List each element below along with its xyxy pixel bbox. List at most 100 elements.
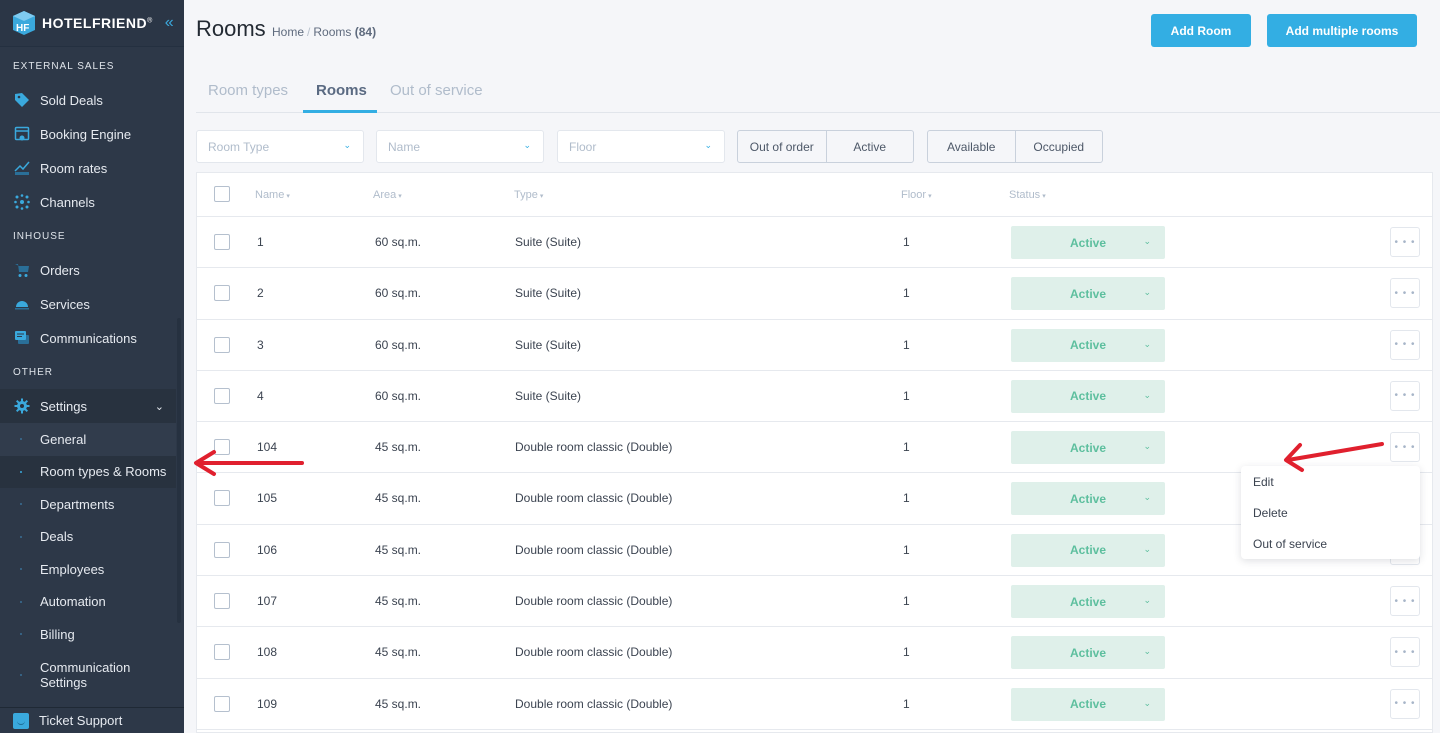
add-room-button[interactable]: Add Room [1151,14,1251,47]
ticket-support-button[interactable]: Ticket Support [0,707,184,733]
column-area[interactable]: Area ▾ [373,189,402,201]
status-select[interactable]: Active ⌄ [1011,226,1165,259]
active-tab-indicator [303,110,377,113]
row-actions-button[interactable]: • • • [1390,688,1420,719]
status-select[interactable]: Active ⌄ [1011,687,1165,721]
booking-window-icon [13,126,30,143]
row-actions-button[interactable]: • • • [1390,227,1420,257]
row-checkbox[interactable] [214,387,230,404]
sidebar-sub-billing[interactable]: Billing [0,618,176,651]
breadcrumb-home[interactable]: Home [272,25,304,39]
status-select[interactable]: Active ⌄ [1011,277,1165,311]
sidebar-item-orders[interactable]: Orders [0,253,184,287]
sidebar-sub-room-types-rooms[interactable]: Room types & Rooms [0,455,176,488]
room-floor: 1 [903,440,910,455]
table-row: 1 60 sq.m. Suite (Suite) 1 Active ⌄ • • • [197,217,1432,269]
sidebar-sub-communication-settings[interactable]: Communication Settings [0,651,176,699]
row-checkbox[interactable] [214,234,230,250]
sidebar-sub-general[interactable]: General [0,423,176,456]
column-floor[interactable]: Floor ▾ [901,189,932,201]
column-type[interactable]: Type ▾ [514,189,543,201]
occupancy-toggle: Available Occupied [927,130,1103,163]
status-select[interactable]: Active ⌄ [1011,533,1165,567]
row-checkbox[interactable] [214,336,230,353]
status-select[interactable]: Active ⌄ [1011,482,1165,516]
sidebar-item-communications[interactable]: Communications [0,321,184,355]
menu-item-edit[interactable]: Edit [1241,466,1420,497]
room-type: Double room classic (Double) [515,440,673,455]
sidebar-item-services[interactable]: Services [0,287,184,321]
status-select[interactable]: Active ⌄ [1011,636,1165,670]
chevron-down-icon: ⌄ [1143,492,1151,503]
row-checkbox[interactable] [214,593,230,610]
room-type: Double room classic (Double) [515,594,673,609]
room-floor: 1 [903,542,910,557]
room-name: 4 [257,388,264,403]
add-multiple-rooms-button[interactable]: Add multiple rooms [1267,14,1417,47]
row-actions-button[interactable]: • • • [1390,329,1420,360]
gear-icon [13,398,30,415]
rooms-count: (84) [354,25,377,39]
row-checkbox[interactable] [214,541,230,558]
available-button[interactable]: Available [928,131,1015,162]
floor-select[interactable]: Floor ⌄ [557,130,725,163]
row-actions-button[interactable]: • • • [1390,586,1420,617]
row-actions-button[interactable]: • • • [1390,432,1420,463]
occupied-button[interactable]: Occupied [1014,131,1103,162]
row-actions-button[interactable]: • • • [1390,380,1420,411]
menu-item-out-of-service[interactable]: Out of service [1241,528,1420,559]
room-name: 108 [257,645,278,660]
more-dots-icon: • • • [1394,287,1416,299]
table-header: Name ▾ Area ▾ Type ▾ Floor ▾ Status ▾ [197,173,1432,217]
tab-room-types[interactable]: Room types [208,82,288,99]
row-checkbox[interactable] [214,644,230,661]
sidebar-item-room-rates[interactable]: Room rates [0,151,184,185]
status-select[interactable]: Active ⌄ [1011,431,1165,465]
active-button[interactable]: Active [825,131,914,162]
out-of-order-button[interactable]: Out of order [738,131,826,162]
row-checkbox[interactable] [214,490,230,507]
room-name: 106 [257,542,278,557]
table-row: 107 45 sq.m. Double room classic (Double) 1… [197,576,1432,628]
status-select[interactable]: Active ⌄ [1011,585,1165,619]
sidebar-item-label: Communications [40,330,137,346]
column-name[interactable]: Name ▾ [255,189,290,201]
sidebar-sub-departments[interactable]: Departments [0,488,176,521]
row-actions-button[interactable]: • • • [1390,278,1420,309]
room-area: 60 sq.m. [375,337,422,352]
collapse-sidebar-icon[interactable]: « [165,14,174,32]
sidebar-scrollbar[interactable] [177,318,181,623]
room-type: Double room classic (Double) [515,491,673,506]
more-dots-icon: • • • [1394,441,1416,453]
sidebar-sub-label: Automation [40,594,106,610]
status-value: Active [1069,440,1107,455]
bullet-icon [20,535,22,538]
chevron-down-icon: ⌄ [523,140,531,150]
status-select[interactable]: Active ⌄ [1011,379,1165,413]
chevron-down-icon: ⌄ [1143,389,1151,400]
column-status[interactable]: Status ▾ [1009,189,1046,201]
room-type: Double room classic (Double) [515,542,673,557]
menu-item-delete[interactable]: Delete [1241,497,1420,528]
row-actions-button[interactable]: • • • [1390,637,1420,668]
status-select[interactable]: Active ⌄ [1011,328,1165,362]
sidebar-sub-employees[interactable]: Employees [0,553,176,586]
service-bell-icon [13,296,30,313]
more-dots-icon: • • • [1394,236,1416,248]
select-all-checkbox[interactable] [214,186,230,202]
sidebar-sub-deals[interactable]: Deals [0,521,176,554]
sidebar-item-sold-deals[interactable]: Sold Deals [0,83,184,117]
sidebar-item-channels[interactable]: Channels [0,185,184,219]
row-checkbox[interactable] [214,285,230,302]
sidebar-item-booking-engine[interactable]: Booking Engine [0,117,184,151]
sidebar-sub-automation[interactable]: Automation [0,586,176,619]
row-checkbox[interactable] [214,439,230,456]
room-type-select[interactable]: Room Type ⌄ [196,130,364,163]
sidebar-item-settings[interactable]: Settings ⌄ [0,389,176,423]
name-select[interactable]: Name ⌄ [376,130,544,163]
tab-out-of-service[interactable]: Out of service [390,82,483,99]
row-checkbox[interactable] [214,695,230,712]
chart-trend-icon [13,160,30,177]
tab-rooms[interactable]: Rooms [316,82,367,99]
chevron-down-icon: ⌄ [1143,595,1151,606]
